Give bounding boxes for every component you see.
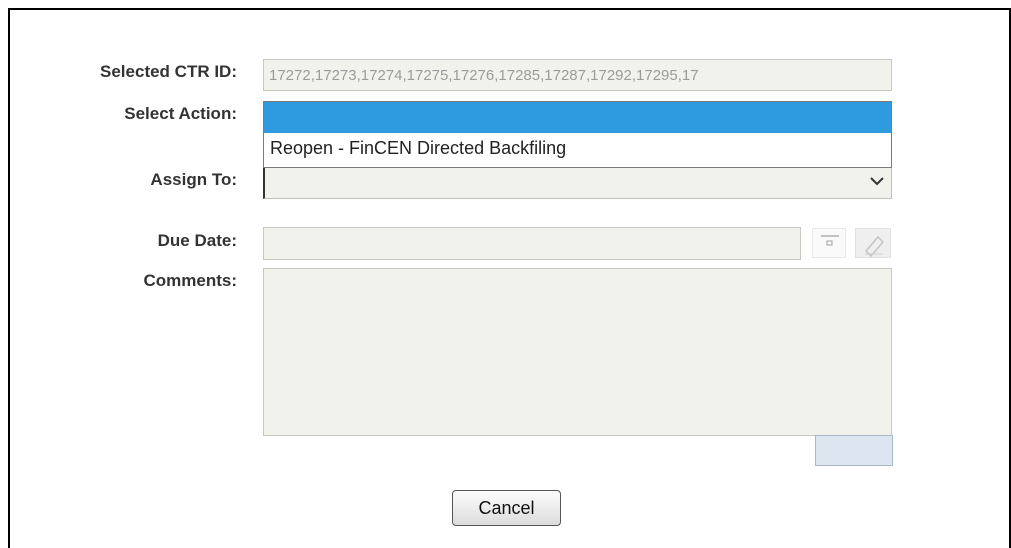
- eraser-icon[interactable]: [855, 228, 891, 258]
- calendar-icon[interactable]: [812, 228, 846, 258]
- selected-ctr-id-label: Selected CTR ID:: [100, 62, 237, 81]
- cancel-button[interactable]: Cancel: [452, 490, 561, 526]
- assign-to-label: Assign To:: [150, 170, 237, 189]
- dropdown-option-reopen[interactable]: Reopen - FinCEN Directed Backfiling: [264, 133, 891, 167]
- chevron-down-icon[interactable]: [869, 173, 885, 189]
- comments-resize-handle[interactable]: [815, 435, 893, 466]
- assign-to-select[interactable]: [263, 166, 892, 199]
- comments-textarea[interactable]: [263, 268, 892, 436]
- select-action-dropdown[interactable]: Reopen - FinCEN Directed Backfiling: [263, 101, 892, 168]
- due-date-input[interactable]: [263, 227, 801, 260]
- comments-label: Comments:: [143, 271, 237, 290]
- selected-ctr-id-field: 17272,17273,17274,17275,17276,17285,1728…: [263, 59, 892, 91]
- due-date-label: Due Date:: [157, 231, 237, 250]
- dropdown-option-blank[interactable]: [264, 102, 891, 133]
- select-action-label: Select Action:: [124, 104, 237, 123]
